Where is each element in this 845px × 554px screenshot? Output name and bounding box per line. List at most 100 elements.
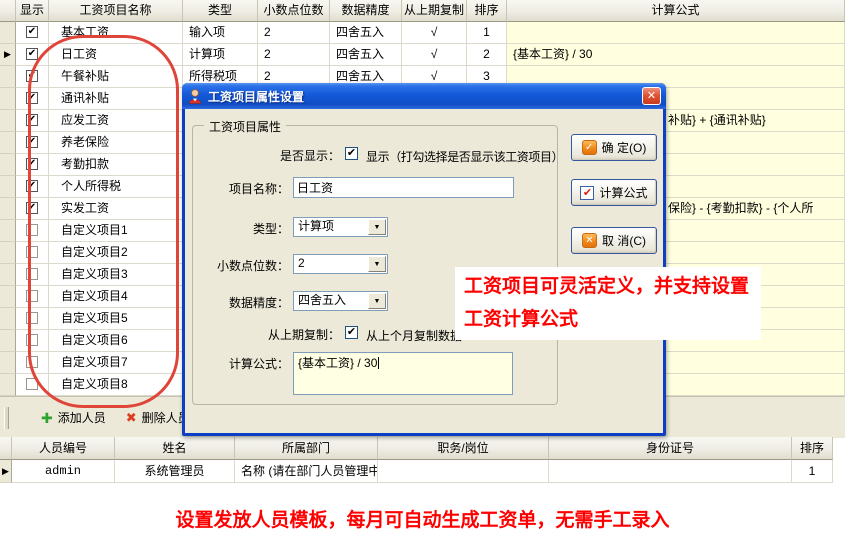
copy-checkbox[interactable]: ✔ bbox=[345, 326, 358, 339]
chevron-down-icon: ▼ bbox=[368, 293, 386, 309]
decimals-cell[interactable]: 2 bbox=[258, 44, 330, 66]
column-header-5[interactable]: 数据精度 bbox=[330, 0, 402, 22]
display-checkbox[interactable] bbox=[26, 334, 38, 346]
copy-flag-cell[interactable]: √ bbox=[402, 44, 467, 66]
row-indicator bbox=[0, 374, 16, 396]
item-name-cell[interactable]: 自定义项目3 bbox=[49, 264, 183, 286]
precision-dropdown[interactable]: 四舍五入 ▼ bbox=[293, 291, 388, 311]
salary-item-row[interactable]: ✔ 基本工资输入项2四舍五入√1 bbox=[0, 22, 845, 44]
person-order-cell[interactable]: 1 bbox=[792, 460, 833, 483]
salary-item-properties-dialog: 工资项目属性设置 ✕ 工资项目属性 是否显示： ✔ 显示（打勾选择是否显示该工资… bbox=[182, 83, 666, 436]
item-name-cell[interactable]: 日工资 bbox=[49, 44, 183, 66]
decimals-dropdown[interactable]: 2 ▼ bbox=[293, 254, 388, 274]
display-checkbox[interactable] bbox=[26, 290, 38, 302]
decimals-cell[interactable]: 2 bbox=[258, 22, 330, 44]
order-cell[interactable]: 1 bbox=[467, 22, 507, 44]
toolbar-grip bbox=[4, 407, 9, 429]
display-checkbox[interactable]: ✔ bbox=[26, 202, 38, 214]
person-column-header-5[interactable]: 身份证号 bbox=[549, 437, 792, 460]
row-indicator bbox=[0, 198, 16, 220]
person-job-cell[interactable] bbox=[378, 460, 549, 483]
dialog-titlebar[interactable]: 工资项目属性设置 ✕ bbox=[182, 83, 666, 109]
item-name-cell[interactable]: 实发工资 bbox=[49, 198, 183, 220]
copy-flag-cell[interactable]: √ bbox=[402, 22, 467, 44]
item-name-cell[interactable]: 午餐补贴 bbox=[49, 66, 183, 88]
display-checkbox[interactable]: ✔ bbox=[26, 158, 38, 170]
item-name-cell[interactable]: 自定义项目4 bbox=[49, 286, 183, 308]
column-header-4[interactable]: 小数点位数 bbox=[258, 0, 330, 22]
person-column-header-4[interactable]: 职务/岗位 bbox=[378, 437, 549, 460]
type-label: 类型： bbox=[195, 221, 289, 237]
show-checkbox[interactable]: ✔ bbox=[345, 147, 358, 160]
precision-cell[interactable]: 四舍五入 bbox=[330, 44, 402, 66]
add-person-button[interactable]: ✚ 添加人员 bbox=[35, 405, 112, 430]
display-checkbox[interactable] bbox=[26, 356, 38, 368]
person-column-header-1[interactable]: 人员编号 bbox=[12, 437, 115, 460]
corner-header-cell bbox=[0, 437, 12, 460]
display-checkbox[interactable] bbox=[26, 224, 38, 236]
display-checkbox[interactable]: ✔ bbox=[26, 70, 38, 82]
display-checkbox[interactable] bbox=[26, 378, 38, 390]
formula-button[interactable]: ✔ 计算公式 bbox=[571, 179, 657, 206]
display-checkbox[interactable]: ✔ bbox=[26, 48, 38, 60]
column-header-6[interactable]: 从上期复制 bbox=[402, 0, 467, 22]
row-indicator bbox=[0, 308, 16, 330]
item-name-cell[interactable]: 通讯补贴 bbox=[49, 88, 183, 110]
type-cell[interactable]: 计算项 bbox=[183, 44, 258, 66]
person-row[interactable]: ▶admin系统管理员名称 (请在部门人员管理中修1 bbox=[0, 460, 833, 483]
column-header-3[interactable]: 类型 bbox=[183, 0, 258, 22]
item-name-cell[interactable]: 自定义项目5 bbox=[49, 308, 183, 330]
display-checkbox-cell bbox=[16, 242, 49, 264]
person-column-header-6[interactable]: 排序 bbox=[792, 437, 833, 460]
person-name-cell[interactable]: 系统管理员 bbox=[115, 460, 235, 483]
item-name-cell[interactable]: 自定义项目7 bbox=[49, 352, 183, 374]
formula-cell[interactable] bbox=[507, 22, 845, 44]
display-checkbox[interactable]: ✔ bbox=[26, 114, 38, 126]
type-dropdown[interactable]: 计算项 ▼ bbox=[293, 217, 388, 237]
display-checkbox[interactable]: ✔ bbox=[26, 136, 38, 148]
item-name-cell[interactable]: 应发工资 bbox=[49, 110, 183, 132]
person-dept-cell[interactable]: 名称 (请在部门人员管理中修 bbox=[235, 460, 378, 483]
ok-button[interactable]: ✓ 确 定(O) bbox=[571, 134, 657, 161]
salary-item-row[interactable]: ▶✔日工资计算项2四舍五入√2{基本工资} / 30 bbox=[0, 44, 845, 66]
order-cell[interactable]: 2 bbox=[467, 44, 507, 66]
display-checkbox-cell: ✔ bbox=[16, 66, 49, 88]
person-column-header-3[interactable]: 所属部门 bbox=[235, 437, 378, 460]
payroll-app: { "top_table": { "headers": ["显示","工资项目名… bbox=[0, 0, 845, 554]
display-checkbox-cell: ✔ bbox=[16, 154, 49, 176]
cancel-button[interactable]: ✕ 取 消(C) bbox=[571, 227, 657, 254]
type-cell[interactable]: 输入项 bbox=[183, 22, 258, 44]
column-header-7[interactable]: 排序 bbox=[467, 0, 507, 22]
precision-cell[interactable]: 四舍五入 bbox=[330, 22, 402, 44]
person-column-header-2[interactable]: 姓名 bbox=[115, 437, 235, 460]
display-checkbox[interactable] bbox=[26, 268, 38, 280]
row-indicator bbox=[0, 176, 16, 198]
display-checkbox[interactable]: ✔ bbox=[26, 26, 38, 38]
item-name-cell[interactable]: 个人所得税 bbox=[49, 176, 183, 198]
row-indicator bbox=[0, 110, 16, 132]
dialog-title: 工资项目属性设置 bbox=[208, 88, 304, 105]
person-id-cell[interactable]: admin bbox=[12, 460, 115, 483]
close-icon[interactable]: ✕ bbox=[642, 87, 661, 105]
formula-textarea[interactable]: {基本工资} / 30 bbox=[293, 352, 513, 395]
column-header-1[interactable]: 显示 bbox=[16, 0, 49, 22]
display-checkbox-cell bbox=[16, 264, 49, 286]
item-name-cell[interactable]: 考勤扣款 bbox=[49, 154, 183, 176]
item-name-cell[interactable]: 自定义项目8 bbox=[49, 374, 183, 396]
display-checkbox[interactable]: ✔ bbox=[26, 92, 38, 104]
item-name-input[interactable] bbox=[293, 177, 514, 198]
person-idcard-cell[interactable] bbox=[549, 460, 792, 483]
decimals-label: 小数点位数： bbox=[195, 258, 289, 274]
item-name-cell[interactable]: 基本工资 bbox=[49, 22, 183, 44]
add-person-label: 添加人员 bbox=[58, 409, 106, 426]
item-name-cell[interactable]: 养老保险 bbox=[49, 132, 183, 154]
item-name-cell[interactable]: 自定义项目2 bbox=[49, 242, 183, 264]
display-checkbox[interactable] bbox=[26, 312, 38, 324]
item-name-cell[interactable]: 自定义项目1 bbox=[49, 220, 183, 242]
display-checkbox[interactable]: ✔ bbox=[26, 180, 38, 192]
display-checkbox[interactable] bbox=[26, 246, 38, 258]
item-name-cell[interactable]: 自定义项目6 bbox=[49, 330, 183, 352]
formula-cell[interactable]: {基本工资} / 30 bbox=[507, 44, 845, 66]
column-header-2[interactable]: 工资项目名称 bbox=[49, 0, 183, 22]
column-header-8[interactable]: 计算公式 bbox=[507, 0, 845, 22]
